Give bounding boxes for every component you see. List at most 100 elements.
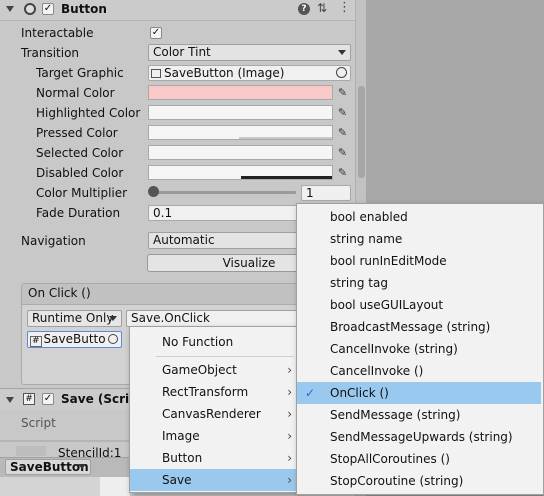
preview-object-dropdown[interactable]: SaveButton <box>5 459 91 475</box>
context-menu-icon[interactable]: ⋮ <box>338 0 351 15</box>
menu-item-label: bool enabled <box>330 210 408 224</box>
disabled-color-alpha-bar <box>241 176 332 179</box>
menu-item-canvasrenderer[interactable]: CanvasRenderer › <box>130 403 298 425</box>
chevron-right-icon: › <box>287 473 292 487</box>
menu-item-label: CancelInvoke (string) <box>330 342 458 356</box>
menu-item-sendmessage-string[interactable]: SendMessage (string) <box>297 404 541 426</box>
presets-icon[interactable]: ⇅ <box>317 1 327 15</box>
menu-item-label: StopAllCoroutines () <box>330 452 450 466</box>
disabled-color-field[interactable] <box>148 165 333 180</box>
preview-object-value: SaveButton <box>10 460 89 474</box>
menu-item-label: No Function <box>162 335 234 349</box>
scrollbar-thumb[interactable] <box>358 86 365 178</box>
target-graphic-field[interactable]: SaveButton (Image) <box>148 65 351 81</box>
checkmark-icon: ✓ <box>305 386 316 400</box>
highlighted-color-field[interactable] <box>148 105 333 120</box>
script-enabled-checkbox[interactable]: ✓ <box>42 393 54 405</box>
eyedropper-icon[interactable]: ✎ <box>334 164 351 180</box>
menu-item-no-function[interactable]: No Function <box>130 331 298 353</box>
menu-item-button[interactable]: Button › <box>130 447 298 469</box>
menu-item-onclick[interactable]: ✓ OnClick () <box>297 382 541 404</box>
navigation-label: Navigation <box>21 234 86 248</box>
event-object-value: SaveButto <box>43 332 106 346</box>
interactable-label: Interactable <box>21 26 94 40</box>
menu-item-cancelinvoke[interactable]: CancelInvoke () <box>297 360 541 382</box>
menu-separator <box>156 356 294 357</box>
menu-item-label: Button <box>162 451 203 465</box>
pressed-color-field[interactable] <box>148 125 333 140</box>
color-multiplier-label: Color Multiplier <box>36 186 128 200</box>
component-header[interactable]: ✓ Button ? ⇅ ⋮ <box>0 0 355 21</box>
menu-item-bool-runineditmode[interactable]: bool runInEditMode <box>297 250 541 272</box>
target-graphic-value: SaveButton (Image) <box>164 66 285 80</box>
object-picker-icon[interactable] <box>336 67 347 78</box>
script-hash-icon: # <box>30 336 42 347</box>
menu-item-recttransform[interactable]: RectTransform › <box>130 381 298 403</box>
chevron-right-icon: › <box>287 429 292 443</box>
menu-item-label: Image <box>162 429 200 443</box>
transition-dropdown[interactable]: Color Tint <box>148 44 351 61</box>
runtime-dropdown[interactable]: Runtime Only <box>27 310 122 327</box>
color-multiplier-slider-handle[interactable] <box>148 186 159 197</box>
preview-checker <box>100 477 130 496</box>
menu-item-label: Save <box>162 473 192 487</box>
eyedropper-icon[interactable]: ✎ <box>334 144 351 160</box>
function-value: Save.OnClick <box>131 311 210 325</box>
fade-duration-value: 0.1 <box>153 206 173 220</box>
menu-item-image[interactable]: Image › <box>130 425 298 447</box>
eyedropper-icon[interactable]: ✎ <box>334 124 351 140</box>
script-hash-icon: # <box>23 393 35 405</box>
menu-item-label: SendMessage (string) <box>330 408 461 422</box>
chevron-right-icon: › <box>287 363 292 377</box>
selected-color-field[interactable] <box>148 145 333 160</box>
function-menu-methods: bool enabled string name bool runInEditMod… <box>296 203 544 495</box>
eyedropper-icon[interactable]: ✎ <box>334 104 351 120</box>
selected-color-label: Selected Color <box>36 146 124 160</box>
menu-item-label: RectTransform <box>162 385 249 399</box>
preview-thumb <box>16 446 46 456</box>
navigation-value: Automatic <box>153 233 215 247</box>
normal-color-label: Normal Color <box>36 86 115 100</box>
button-component-icon <box>24 3 36 15</box>
foldout-arrow-icon[interactable] <box>6 397 14 403</box>
interactable-checkbox[interactable]: ✓ <box>150 27 162 39</box>
color-multiplier-slider-track[interactable] <box>152 191 296 194</box>
menu-item-broadcastmessage-string[interactable]: BroadcastMessage (string) <box>297 316 541 338</box>
script-label: Script <box>21 416 56 430</box>
menu-item-string-name[interactable]: string name <box>297 228 541 250</box>
menu-item-label: bool useGUILayout <box>330 298 444 312</box>
function-menu-components: No Function GameObject › RectTransform › Canv… <box>129 326 299 493</box>
onclick-header-label: On Click () <box>28 286 91 300</box>
menu-item-cancelinvoke-string[interactable]: CancelInvoke (string) <box>297 338 541 360</box>
menu-item-label: GameObject <box>162 363 237 377</box>
component-enabled-checkbox[interactable]: ✓ <box>42 3 54 15</box>
menu-item-label: CancelInvoke () <box>330 364 424 378</box>
menu-item-sendmessageupwards-string[interactable]: SendMessageUpwards (string) <box>297 426 541 448</box>
transition-label: Transition <box>21 46 80 60</box>
menu-item-stopcoroutine-string[interactable]: StopCoroutine (string) <box>297 470 541 492</box>
visualize-label: Visualize <box>222 256 276 270</box>
menu-item-stopallcoroutines[interactable]: StopAllCoroutines () <box>297 448 541 470</box>
menu-item-bool-enabled[interactable]: bool enabled <box>297 206 541 228</box>
color-multiplier-input[interactable]: 1 <box>301 185 351 201</box>
menu-item-save[interactable]: Save › <box>130 469 298 491</box>
chevron-right-icon: › <box>287 407 292 421</box>
menu-item-bool-useguilayout[interactable]: bool useGUILayout <box>297 294 541 316</box>
pressed-color-alpha-bar <box>239 137 332 139</box>
menu-item-string-tag[interactable]: string tag <box>297 272 541 294</box>
component-title: Button <box>61 2 107 16</box>
help-icon[interactable]: ? <box>298 3 310 15</box>
runtime-value: Runtime Only <box>32 311 114 325</box>
chevron-right-icon: › <box>287 451 292 465</box>
menu-item-gameobject[interactable]: GameObject › <box>130 359 298 381</box>
disabled-color-label: Disabled Color <box>36 166 124 180</box>
eyedropper-icon[interactable]: ✎ <box>334 84 351 100</box>
foldout-arrow-icon[interactable] <box>6 6 14 12</box>
normal-color-field[interactable] <box>148 85 333 100</box>
target-graphic-label: Target Graphic <box>36 66 124 80</box>
menu-item-label: OnClick () <box>330 386 389 400</box>
chevron-down-icon <box>338 50 346 55</box>
object-picker-icon[interactable] <box>108 334 118 344</box>
menu-item-label: CanvasRenderer <box>162 407 261 421</box>
menu-item-label: SendMessageUpwards (string) <box>330 430 513 444</box>
